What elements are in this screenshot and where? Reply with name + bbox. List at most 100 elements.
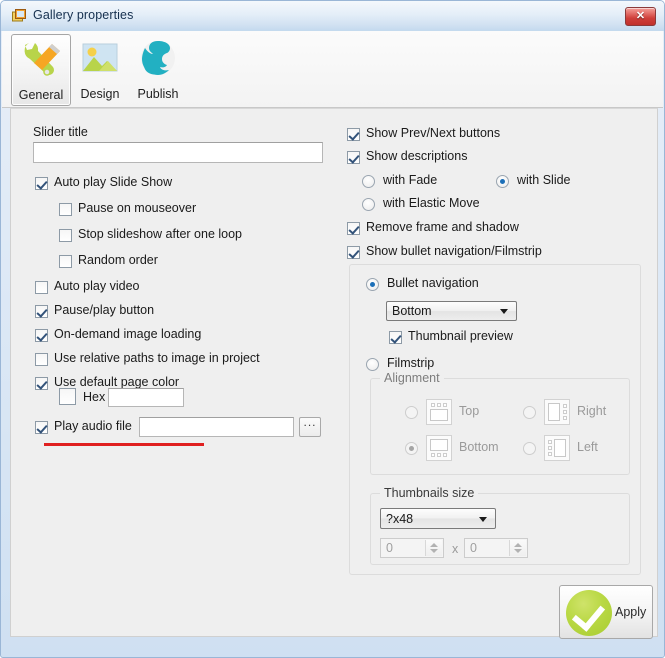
label-with-fade: with Fade [383,173,438,187]
radio-bullet-navigation[interactable] [366,278,379,291]
checkbox-random-order[interactable] [59,255,72,268]
checkbox-show-bullet-navigation[interactable] [347,246,360,259]
thumbnail-height-value: 0 [470,541,477,555]
label-with-elastic-move: with Elastic Move [383,196,480,210]
audio-file-input[interactable] [139,417,294,437]
thumbnails-size-group: Thumbnails size ?x48 0 x 0 [370,486,630,565]
label-play-audio-file: Play audio file [54,419,132,433]
label-pause-play-button: Pause/play button [54,303,155,317]
tab-strip: General Design Publish [2,31,663,108]
thumbnails-size-title: Thumbnails size [380,486,479,500]
align-left-icon [544,435,570,461]
stepper-up-icon[interactable] [514,543,522,547]
landscape-picture-icon [77,38,123,82]
radio-align-left[interactable] [523,442,536,455]
bullet-position-combo[interactable]: Bottom [386,301,517,321]
align-right-icon [544,399,570,425]
thumbnails-size-combo[interactable]: ?x48 [380,508,496,529]
label-thumbnail-preview: Thumbnail preview [408,329,513,343]
checkbox-auto-play-video[interactable] [35,281,48,294]
checkbox-thumbnail-preview[interactable] [389,331,402,344]
checkbox-hex[interactable] [59,388,76,405]
checkbox-on-demand-image-loading[interactable] [35,329,48,342]
checkbox-stop-slideshow-after-one-loop[interactable] [59,229,72,242]
apply-button[interactable]: Apply [559,585,653,639]
label-auto-play-video: Auto play video [54,279,140,293]
tab-general[interactable]: General [11,34,71,106]
stepper-down-icon[interactable] [514,549,522,553]
radio-align-right[interactable] [523,406,536,419]
radio-filmstrip[interactable] [366,358,379,371]
label-hex: Hex [83,390,106,404]
wrench-screwdriver-icon [18,39,64,83]
label-auto-play-slide-show: Auto play Slide Show [54,175,173,189]
label-on-demand-image-loading: On-demand image loading [54,327,202,341]
stepper-buttons[interactable] [425,540,442,556]
label-show-prev-next-buttons: Show Prev/Next buttons [366,126,501,140]
thumbnail-width-value: 0 [386,541,393,555]
checkbox-use-default-page-color[interactable] [35,377,48,390]
size-separator-label: x [452,542,459,556]
radio-align-bottom[interactable] [405,442,418,455]
label-with-slide: with Slide [517,173,571,187]
label-align-bottom: Bottom [459,440,499,454]
checkbox-use-relative-paths[interactable] [35,353,48,366]
label-pause-on-mouseover: Pause on mouseover [78,201,197,215]
checkbox-show-descriptions[interactable] [347,151,360,164]
tab-general-label: General [18,88,64,102]
gallery-photos-icon [11,8,28,25]
stepper-down-icon[interactable] [430,549,438,553]
label-align-left: Left [577,440,598,454]
stepper-up-icon[interactable] [430,543,438,547]
radio-with-fade[interactable] [362,175,375,188]
tab-publish[interactable]: Publish [129,34,187,104]
checkbox-pause-on-mouseover[interactable] [59,203,72,216]
audio-browse-label: ... [303,415,317,429]
label-use-default-page-color: Use default page color [54,375,180,389]
annotation-underline [44,443,204,446]
radio-align-top[interactable] [405,406,418,419]
thumbnail-height-stepper[interactable]: 0 [464,538,528,558]
label-filmstrip: Filmstrip [387,356,435,370]
thumbnail-width-stepper[interactable]: 0 [380,538,444,558]
align-top-icon [426,399,452,425]
label-align-top: Top [459,404,480,418]
window-title: Gallery properties [33,8,134,22]
label-show-descriptions: Show descriptions [366,149,468,163]
checkbox-show-prev-next-buttons[interactable] [347,128,360,141]
label-remove-frame-and-shadow: Remove frame and shadow [366,220,519,234]
tab-publish-label: Publish [137,87,179,101]
label-bullet-navigation: Bullet navigation [387,276,479,290]
radio-with-slide[interactable] [496,175,509,188]
thumbnails-size-value: ?x48 [386,511,414,526]
checkbox-auto-play-slide-show[interactable] [35,177,48,190]
checkbox-pause-play-button[interactable] [35,305,48,318]
label-random-order: Random order [78,253,158,267]
alignment-group-title: Alignment [380,371,444,385]
tab-design-label: Design [80,87,120,101]
slider-title-input[interactable] [33,142,323,163]
radio-with-elastic-move[interactable] [362,198,375,211]
chevron-down-icon [479,516,487,522]
checkbox-play-audio-file[interactable] [35,421,48,434]
checkbox-remove-frame-and-shadow[interactable] [347,222,360,235]
label-stop-slideshow-after-one-loop: Stop slideshow after one loop [78,227,242,241]
content-panel: Slider title Auto play Slide Show Pause … [10,108,658,637]
audio-browse-button[interactable]: ... [299,415,321,437]
globe-world-icon [135,38,181,82]
alignment-group: Alignment Top Right Bottom Left [370,371,630,475]
chevron-down-icon [500,309,508,314]
align-bottom-icon [426,435,452,461]
close-button[interactable]: ✕ [625,7,656,26]
stepper-buttons[interactable] [509,540,526,556]
title-bar: Gallery properties ✕ [1,1,664,31]
slider-title-label: Slider title [33,125,88,139]
gallery-properties-window: Gallery properties ✕ General Design Publ… [0,0,665,658]
apply-button-label: Apply [615,605,647,619]
checkmark-icon [566,590,612,636]
label-align-right: Right [577,404,607,418]
label-show-bullet-navigation: Show bullet navigation/Filmstrip [366,244,542,258]
hex-input[interactable] [108,388,184,407]
bullet-position-value: Bottom [392,304,432,318]
tab-design[interactable]: Design [71,34,129,104]
